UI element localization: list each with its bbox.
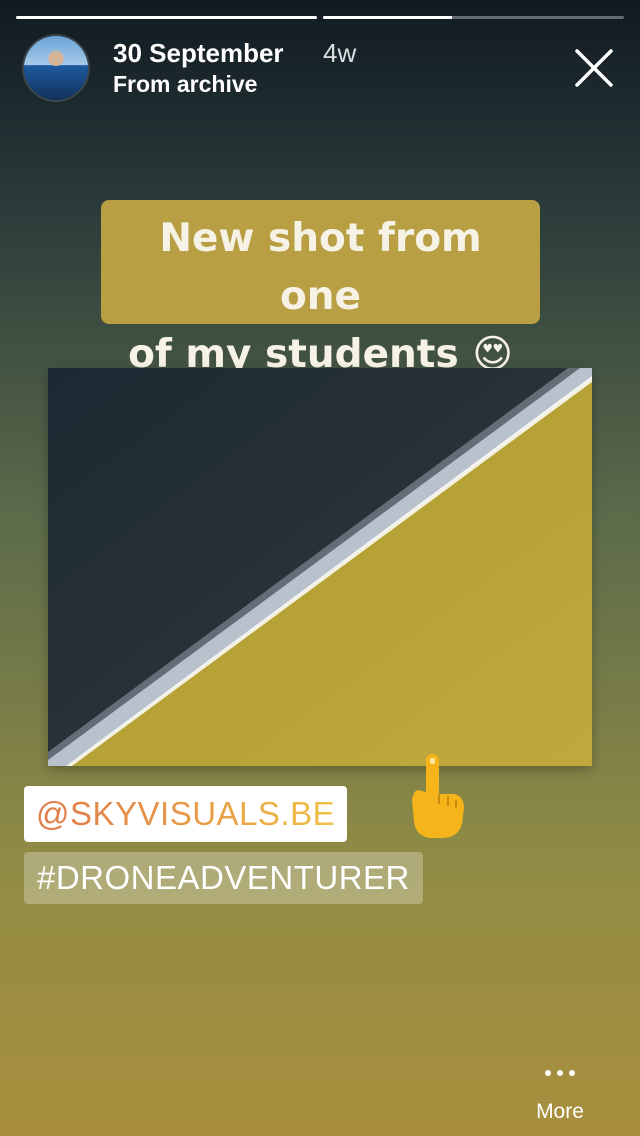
close-icon	[575, 49, 613, 87]
story-header: 30 September 4w From archive	[24, 36, 616, 102]
more-dots-icon	[520, 1070, 600, 1076]
story-caption: New shot from one of my students 😍	[101, 200, 540, 377]
progress-fill-2	[323, 16, 453, 19]
story-date: 30 September	[113, 38, 284, 68]
pointing-up-hand-icon	[412, 754, 464, 838]
story-age: 4w	[323, 38, 357, 68]
progress-fill-1	[16, 16, 317, 19]
more-button[interactable]: More	[520, 1070, 600, 1124]
progress-segment-1	[16, 16, 317, 19]
story-photo	[48, 368, 592, 766]
hashtag-sticker[interactable]: #DRONEADVENTURER	[24, 852, 423, 904]
caption-line-1: New shot from one	[159, 216, 482, 319]
photo-image	[48, 368, 592, 766]
mention-text: @SKYVISUALS.BE	[36, 795, 336, 832]
mention-sticker[interactable]: @SKYVISUALS.BE	[24, 786, 348, 842]
close-button[interactable]	[572, 46, 616, 90]
profile-avatar[interactable]	[24, 36, 88, 100]
story-progress	[16, 16, 624, 19]
story-subtitle: From archive	[113, 71, 258, 97]
more-label: More	[536, 1100, 584, 1123]
progress-segment-2	[323, 16, 624, 19]
